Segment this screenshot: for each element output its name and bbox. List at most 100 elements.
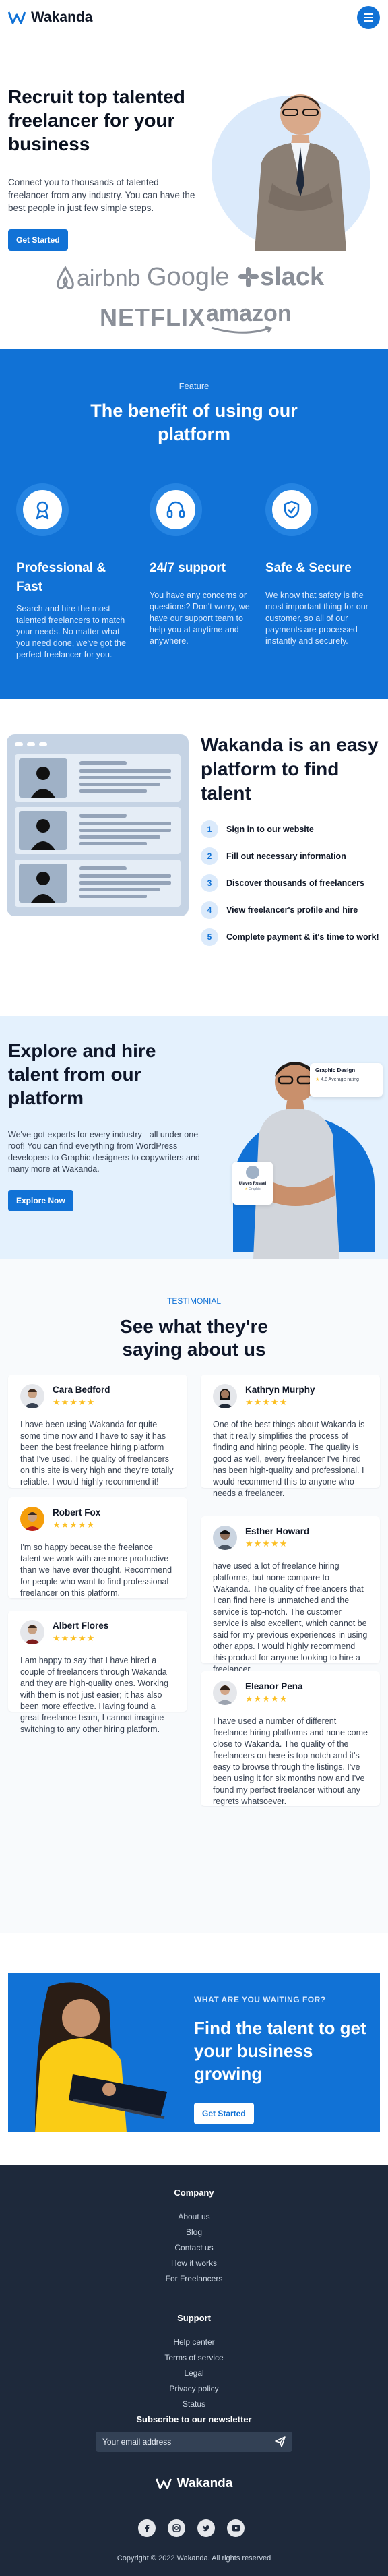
explore-subtitle: We've got experts for every industry - a… xyxy=(8,1130,200,1174)
newsletter-heading: Subscribe to our newsletter xyxy=(136,2414,252,2424)
footer-logo[interactable]: Wakanda xyxy=(0,2476,388,2491)
feature-professional: Professional & Fast Search and hire the … xyxy=(16,483,127,661)
wakanda-logo-icon xyxy=(155,2478,172,2489)
feature-desc: Search and hire the most talented freela… xyxy=(16,604,126,659)
explore-now-button[interactable]: Explore Now xyxy=(8,1190,73,1211)
graphic-design-badge: Graphic Design ★ 4.8 Average rating xyxy=(310,1063,383,1097)
youtube-icon[interactable] xyxy=(227,2519,245,2537)
site-header: Wakanda xyxy=(0,0,388,35)
cta-banner: WHAT ARE YOU WAITING FOR? Find the talen… xyxy=(8,1973,380,2132)
benefits-eyebrow: Feature xyxy=(179,381,209,391)
footer-link[interactable]: Contact us xyxy=(0,2243,388,2252)
step-item: 2 Fill out necessary information xyxy=(201,847,383,865)
wakanda-logo-icon xyxy=(8,11,26,24)
send-icon[interactable] xyxy=(275,2436,286,2447)
steps-title: Wakanda is an easy platform to find tale… xyxy=(201,734,379,804)
feature-secure: Safe & Secure We know that safety is the… xyxy=(265,483,373,647)
avatar xyxy=(246,1166,259,1179)
feature-title: Safe & Secure xyxy=(265,561,352,575)
star-rating: ★★★★★ xyxy=(245,1397,288,1407)
landing-page: Wakanda Recruit top talented freelancer … xyxy=(0,0,388,2576)
brand-logos: airbnb Google slack NETFLIX amazon xyxy=(0,231,388,349)
brand-name: Wakanda xyxy=(31,9,93,25)
instagram-icon[interactable] xyxy=(168,2519,185,2537)
avatar xyxy=(213,1681,237,1705)
footer-link[interactable]: Blog xyxy=(0,2227,388,2237)
netflix-logo: NETFLIX xyxy=(100,303,205,331)
footer-link[interactable]: Help center xyxy=(0,2337,388,2347)
star-rating: ★★★★★ xyxy=(53,1520,96,1530)
copyright: Copyright © 2022 Wakanda. All rights res… xyxy=(117,2554,271,2563)
footer-brand-name: Wakanda xyxy=(176,2476,233,2490)
cta-get-started-button[interactable]: Get Started xyxy=(194,2103,254,2124)
avatar xyxy=(213,1526,237,1550)
star-rating: ★★★★★ xyxy=(245,1538,288,1549)
airbnb-logo: airbnb xyxy=(54,265,141,292)
hero-text: Recruit top talented freelancer for your… xyxy=(8,85,207,251)
benefits-section: Feature The benefit of using our platfor… xyxy=(0,349,388,699)
hamburger-icon[interactable] xyxy=(357,6,380,29)
step-item: 5 Complete payment & it's time to work! xyxy=(201,928,383,946)
testimonial-card: Cara Bedford ★★★★★ I have been using Waka… xyxy=(8,1375,187,1488)
freelancer-card: Ulaves Russel ★ Graphic xyxy=(232,1162,273,1205)
cta-title: Find the talent to get your business gro… xyxy=(194,2018,366,2084)
avatar xyxy=(20,1384,44,1408)
cta-woman-image xyxy=(35,1982,167,2132)
google-logo: Google xyxy=(147,263,230,291)
cta-eyebrow: WHAT ARE YOU WAITING FOR? xyxy=(194,1995,326,2004)
star-rating: ★★★★★ xyxy=(245,1694,288,1704)
step-item: 1 Sign in to our website xyxy=(201,820,383,838)
profile-cards xyxy=(15,754,181,907)
logo[interactable]: Wakanda xyxy=(8,9,92,26)
footer-link[interactable]: How it works xyxy=(0,2258,388,2268)
steps-section: Wakanda is an easy platform to find tale… xyxy=(0,699,388,946)
testimonial-card: Kathryn Murphy ★★★★★ One of the best thin… xyxy=(201,1375,380,1498)
hero-section: Recruit top talented freelancer for your… xyxy=(0,35,388,271)
feature-title: Professional & Fast xyxy=(16,561,106,594)
amazon-logo: amazon xyxy=(206,301,292,334)
newsletter-form xyxy=(96,2432,292,2452)
amazon-smile-icon xyxy=(211,326,273,334)
facebook-icon[interactable] xyxy=(138,2519,156,2537)
window-dots xyxy=(15,742,47,746)
step-item: 4 View freelancer's profile and hire xyxy=(201,901,383,919)
footer-link[interactable]: About us xyxy=(0,2212,388,2221)
footer-link[interactable]: Privacy policy xyxy=(0,2384,388,2393)
testimonial-card: Eleanor Pena ★★★★★ I have used a number o… xyxy=(201,1671,380,1806)
airbnb-icon xyxy=(57,265,74,289)
star-icon: ★ xyxy=(315,1077,320,1082)
testimonials-section: TESTIMONIAL See what they're saying abou… xyxy=(0,1259,388,1933)
social-links xyxy=(138,2519,245,2537)
explore-section: Explore and hire talent from our platfor… xyxy=(0,1016,388,1259)
benefits-title: The benefit of using our platform xyxy=(90,400,298,444)
site-footer: Company About us Blog Contact us How it … xyxy=(0,2165,388,2576)
testimonial-card: Albert Flores ★★★★★ I am happy to say tha… xyxy=(8,1611,187,1734)
headphones-icon xyxy=(156,490,195,529)
testimonial-card: Robert Fox ★★★★★ I'm so happy because the… xyxy=(8,1497,187,1598)
star-rating: ★★★★★ xyxy=(53,1633,96,1643)
footer-link[interactable]: Legal xyxy=(0,2368,388,2378)
hero-title: Recruit top talented freelancer for your… xyxy=(8,86,185,154)
avatar xyxy=(20,1507,44,1531)
newsletter-email-input[interactable] xyxy=(102,2437,251,2447)
footer-link[interactable]: Status xyxy=(0,2399,388,2409)
slack-logo: slack xyxy=(237,263,324,292)
hero-person-image xyxy=(255,94,346,251)
step-item: 3 Discover thousands of freelancers xyxy=(201,874,383,892)
award-icon xyxy=(23,490,62,529)
footer-company-heading: Company xyxy=(174,2188,214,2198)
slack-icon xyxy=(238,267,259,287)
twitter-icon[interactable] xyxy=(197,2519,215,2537)
testimonials-title: See what they're saying about us xyxy=(120,1316,268,1360)
footer-link[interactable]: Terms of service xyxy=(0,2353,388,2362)
profile-list-illustration xyxy=(7,734,189,916)
star-rating: ★★★★★ xyxy=(53,1397,96,1407)
footer-link[interactable]: For Freelancers xyxy=(0,2274,388,2283)
feature-title: 24/7 support xyxy=(150,561,226,575)
testimonials-eyebrow: TESTIMONIAL xyxy=(166,1296,221,1306)
avatar xyxy=(20,1620,44,1644)
testimonial-card: Esther Howard ★★★★★ have used a lot of fr… xyxy=(201,1516,380,1674)
explore-title: Explore and hire talent from our platfor… xyxy=(8,1040,156,1108)
hero-subtitle: Connect you to thousands of talented fre… xyxy=(8,177,195,213)
feature-support: 24/7 support You have any concerns or qu… xyxy=(150,483,251,647)
